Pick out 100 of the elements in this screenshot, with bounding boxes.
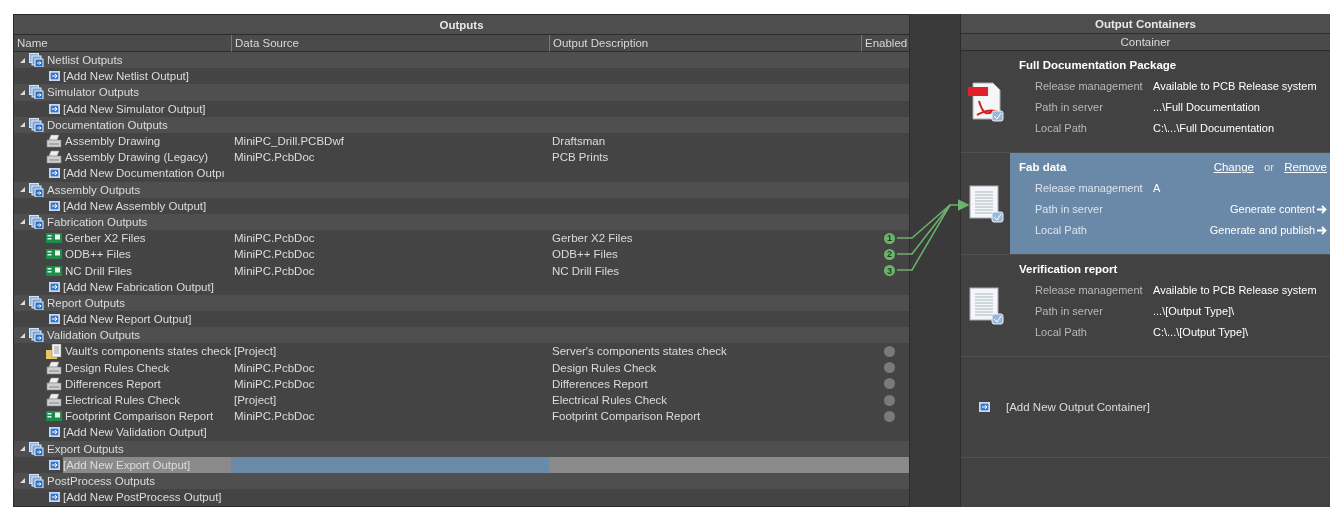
data-source: [Project] [233, 344, 278, 360]
data-source: MiniPC.PcbDoc [233, 231, 316, 247]
group-row[interactable]: Validation Outputs [14, 327, 909, 344]
printer-icon [46, 150, 62, 165]
add-container-link[interactable]: [Add New Output Container] [1006, 401, 1150, 413]
field-value: C:\...\Full Documentation [1153, 122, 1276, 134]
output-name: Assembly Drawing [65, 134, 162, 150]
add-arrow-icon [49, 459, 60, 470]
column-header[interactable]: Container [961, 34, 1330, 51]
circuit-board-icon [46, 232, 62, 245]
field-label: Local Path [1035, 122, 1088, 134]
field-value: ...\Full Documentation [1153, 101, 1261, 113]
add-arrow-icon [49, 427, 60, 438]
output-description: Gerber X2 Files [551, 231, 634, 247]
expand-caret-icon[interactable] [19, 477, 26, 485]
field-label: Release management [1035, 80, 1144, 92]
output-name: [Add New Netlist Output] [63, 69, 190, 85]
change-link[interactable]: Change [1213, 161, 1254, 173]
output-description: Design Rules Check [551, 360, 658, 376]
field-label: Local Path [1035, 224, 1088, 236]
field-value: A [1153, 182, 1162, 194]
document-icon [966, 285, 1005, 326]
output-description: Draftsman [551, 134, 607, 150]
column-header[interactable]: Enabled [861, 35, 909, 52]
expand-caret-icon[interactable] [19, 218, 26, 226]
printer-icon [46, 393, 62, 408]
add-arrow-icon [49, 492, 60, 503]
enabled-dot[interactable] [884, 345, 895, 357]
data-source: MiniPC.PcbDoc [233, 247, 316, 263]
group-name: Export Outputs [47, 442, 124, 455]
container-card[interactable]: Verification report Release management Available to PCB Release system Path in server ...\[Output Type]\ Local Path C:\...\[Output Type]\ [1010, 255, 1330, 356]
enabled-dot[interactable] [884, 394, 895, 406]
stacked-pages-icon [29, 182, 44, 197]
add-arrow-icon [979, 402, 990, 412]
field-value: C:\...\[Output Type]\ [1153, 326, 1250, 338]
group-row[interactable]: Netlist Outputs [14, 52, 909, 69]
printer-icon [46, 376, 62, 391]
stacked-pages-icon [29, 117, 44, 132]
output-name: Gerber X2 Files [65, 231, 147, 247]
enabled-dot[interactable] [884, 410, 895, 422]
field-value: Available to PCB Release system [1153, 80, 1318, 92]
add-arrow-icon [49, 200, 60, 211]
add-arrow-icon [49, 314, 60, 325]
enabled-dot[interactable] [884, 362, 895, 374]
output-description: PCB Prints [551, 150, 610, 166]
circuit-board-icon [46, 410, 62, 423]
expand-caret-icon[interactable] [19, 445, 26, 453]
container-card[interactable]: Full Documentation Package Release management Available to PCB Release system Path in server ...\Full Documentation Local Path C:\...\Full Documentation [1010, 51, 1330, 152]
data-source: MiniPC.PcbDoc [233, 409, 316, 425]
expand-caret-icon[interactable] [19, 331, 26, 339]
expand-caret-icon[interactable] [19, 299, 26, 307]
expand-caret-icon[interactable] [19, 56, 26, 64]
link-number: 1 [884, 232, 895, 244]
enabled-dot[interactable] [884, 378, 895, 390]
link-number: 3 [884, 265, 895, 277]
group-row[interactable]: Simulator Outputs [14, 84, 909, 101]
column-header[interactable]: Name [14, 35, 231, 52]
group-name: Fabrication Outputs [47, 215, 148, 228]
output-name: Differences Report [65, 376, 162, 392]
stacked-pages-icon [29, 85, 44, 100]
output-description: Footprint Comparison Report [551, 409, 702, 425]
container-card[interactable]: Fab data Change or Remove Release management A Path in server Generate content Local Path Generate and publish [1010, 153, 1330, 254]
group-name: Documentation Outputs [47, 118, 168, 131]
action-link[interactable]: Generate and publish [1209, 224, 1327, 236]
field-label: Path in server [1035, 203, 1104, 215]
group-name: Validation Outputs [47, 329, 141, 342]
action-link[interactable]: Generate content [1230, 203, 1327, 215]
link-number: 2 [884, 248, 895, 260]
field-value: ...\[Output Type]\ [1153, 305, 1236, 317]
data-source: MiniPC_Drill.PCBDwf [233, 134, 345, 150]
panel-title: Outputs [14, 15, 909, 35]
column-header[interactable]: Output Description [549, 35, 861, 52]
expand-caret-icon[interactable] [19, 88, 26, 96]
container-name: Fab data [1019, 161, 1068, 173]
field-value: Available to PCB Release system [1153, 284, 1318, 296]
output-description: Server's components states check [551, 344, 728, 360]
group-name: Netlist Outputs [47, 54, 123, 67]
container-name: Full Documentation Package [1019, 59, 1178, 71]
printer-icon [46, 360, 62, 375]
output-name: [Add New PostProcess Output] [63, 490, 223, 506]
output-name: Design Rules Check [65, 360, 171, 376]
output-name: ODB++ Files [65, 247, 132, 263]
arrow-right-icon [1317, 204, 1327, 214]
circuit-board-icon [46, 264, 62, 277]
expand-caret-icon[interactable] [19, 186, 26, 194]
expand-caret-icon[interactable] [19, 121, 26, 129]
field-label: Path in server [1035, 305, 1104, 317]
field-label: Path in server [1035, 101, 1104, 113]
output-description: Differences Report [551, 376, 649, 392]
output-name: [Add New Report Output] [63, 312, 193, 328]
output-name: Footprint Comparison Report [65, 409, 215, 425]
stacked-pages-icon [29, 214, 44, 229]
output-name: NC Drill Files [65, 263, 134, 279]
output-name: [Add New Fabrication Output] [63, 279, 215, 295]
add-arrow-icon [49, 281, 60, 292]
output-name: [Add New Validation Output] [63, 425, 208, 441]
data-source: MiniPC.PcbDoc [233, 360, 316, 376]
stacked-pages-icon [29, 53, 44, 68]
remove-link[interactable]: Remove [1284, 161, 1327, 173]
column-header[interactable]: Data Source [231, 35, 549, 52]
